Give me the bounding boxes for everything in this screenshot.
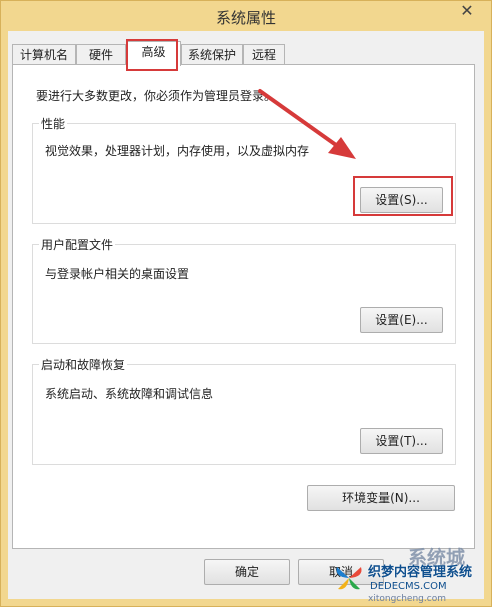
watermark: 系统城 织梦内容管理系统 DEDECMS.COM xitongcheng.com (334, 547, 492, 607)
performance-settings-highlight-box (353, 176, 453, 216)
butterfly-logo-icon (336, 567, 362, 590)
tab-computer-name[interactable]: 计算机名 (12, 44, 76, 64)
performance-description: 视觉效果，处理器计划，内存使用，以及虚拟内存 (45, 144, 310, 158)
close-button[interactable]: ✕ (451, 1, 483, 21)
user-profiles-description: 与登录帐户相关的桌面设置 (45, 267, 190, 281)
watermark-url: DEDECMS.COM (370, 581, 447, 592)
startup-recovery-settings-button[interactable]: 设置(T)... (360, 428, 443, 454)
tab-remote[interactable]: 远程 (243, 44, 285, 64)
tab-hardware[interactable]: 硬件 (76, 44, 126, 64)
user-profiles-settings-button[interactable]: 设置(E)... (360, 307, 443, 333)
tab-system-protection[interactable]: 系统保护 (181, 44, 243, 64)
performance-group-title: 性能 (39, 115, 68, 132)
watermark-main-text: 织梦内容管理系统 (368, 565, 473, 580)
environment-variables-button[interactable]: 环境变量(N)... (307, 485, 455, 511)
user-profiles-group-title: 用户配置文件 (39, 236, 116, 253)
system-properties-window: 系统属性 ✕ 计算机名 硬件 高级 系统保护 远程 要进行大多数更改，你必须作为… (0, 0, 492, 607)
admin-login-note: 要进行大多数更改，你必须作为管理员登录。 (36, 89, 277, 103)
ok-button[interactable]: 确定 (204, 559, 290, 585)
startup-recovery-description: 系统启动、系统故障和调试信息 (45, 387, 214, 401)
startup-recovery-group: 启动和故障恢复 系统启动、系统故障和调试信息 设置(T)... (32, 356, 456, 465)
close-icon: ✕ (460, 1, 474, 20)
startup-recovery-group-title: 启动和故障恢复 (39, 356, 128, 373)
watermark-url-secondary: xitongcheng.com (368, 594, 446, 604)
user-profiles-group: 用户配置文件 与登录帐户相关的桌面设置 设置(E)... (32, 236, 456, 344)
advanced-tab-panel: 要进行大多数更改，你必须作为管理员登录。 性能 视觉效果，处理器计划，内存使用，… (12, 64, 475, 549)
title-bar[interactable]: 系统属性 ✕ (1, 1, 491, 31)
window-title: 系统属性 (215, 9, 276, 27)
advanced-tab-highlight-box (126, 39, 178, 71)
dialog-client-area: 计算机名 硬件 高级 系统保护 远程 要进行大多数更改，你必须作为管理员登录。 … (8, 31, 484, 599)
